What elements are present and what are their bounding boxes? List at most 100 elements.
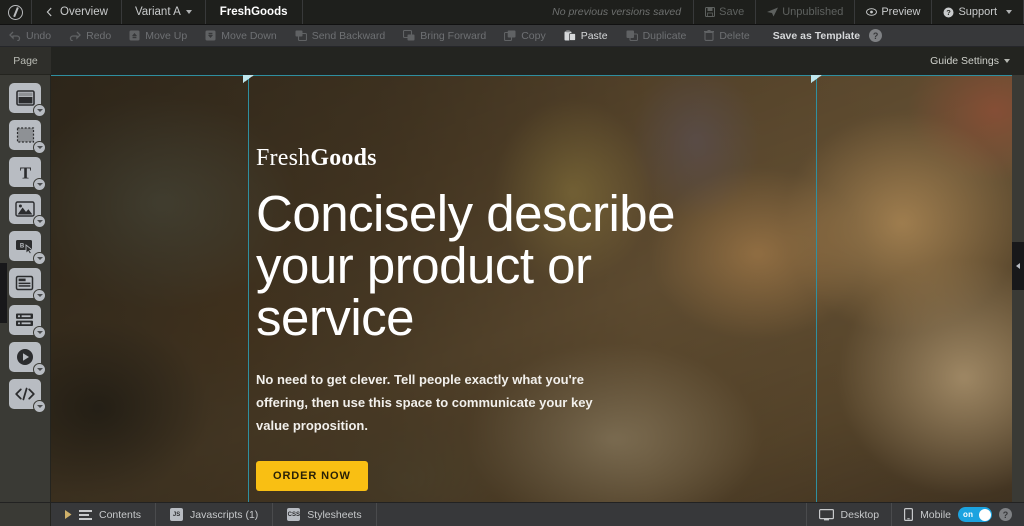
list-tool-dropdown-icon[interactable] [33,326,46,339]
app-logo-icon [8,4,23,20]
hero-content[interactable]: FreshGoods Concisely describe your produ… [256,145,756,491]
text-tool-dropdown-icon[interactable] [33,178,46,191]
guide-handle-left[interactable] [243,75,254,83]
paste-button[interactable]: Paste [555,25,617,47]
bring-forward-icon [403,30,415,41]
form-icon [15,275,34,291]
canvas-toolbar: Guide Settings [51,47,1024,75]
send-backward-button[interactable]: Send Backward [286,25,395,47]
section-icon [15,90,35,106]
brand-second: Goods [310,145,377,171]
hero-headline[interactable]: Concisely describe your product or servi… [256,188,756,344]
right-panel-expand-handle[interactable] [1012,242,1024,290]
move-up-icon [129,30,140,41]
code-tool-dropdown-icon[interactable] [33,400,46,413]
image-icon [15,201,35,217]
preview-button[interactable]: Preview [855,0,933,24]
overview-nav-link[interactable]: Overview [32,0,122,24]
horizontal-guide-top[interactable] [51,75,1012,76]
svg-text:?: ? [947,8,952,17]
move-up-label: Move Up [145,29,188,42]
send-backward-icon [295,30,307,41]
move-down-button[interactable]: Move Down [196,25,285,47]
guide-handle-right[interactable] [811,75,822,83]
save-as-template-label: Save as Template [772,29,861,42]
header-spacer [303,0,541,24]
app-logo-button[interactable] [0,0,32,24]
support-menu[interactable]: ? Support [932,0,1024,24]
mobile-view-button[interactable]: Mobile on ? [891,503,1024,526]
copy-label: Copy [521,29,546,42]
action-toolbar: Undo Redo Move Up Move Down Send Backwar… [0,25,1024,47]
publish-button[interactable]: Unpublished [756,0,856,24]
chevron-down-icon [1004,59,1010,63]
chevron-down-icon [1006,10,1012,14]
delete-button[interactable]: Delete [695,25,758,47]
bring-forward-button[interactable]: Bring Forward [394,25,495,47]
save-button[interactable]: Save [693,0,757,24]
video-tool-dropdown-icon[interactable] [33,363,46,376]
desktop-monitor-icon [818,508,834,520]
hero-subcopy[interactable]: No need to get clever. Tell people exact… [256,368,626,437]
mobile-help-icon[interactable]: ? [999,508,1012,521]
sidebar-tool-text[interactable]: T [9,157,46,191]
undo-button[interactable]: Undo [0,25,60,47]
video-play-icon [17,349,33,365]
button-tool-dropdown-icon[interactable] [33,252,46,265]
code-icon [15,387,35,401]
page-title: FreshGoods [206,0,303,24]
sidebar-tool-code[interactable] [9,379,46,413]
move-up-button[interactable]: Move Up [120,25,196,47]
bottom-bar-rail-gap [0,503,51,526]
contents-panel-toggle[interactable]: Contents [51,503,157,526]
stylesheets-panel-toggle[interactable]: CSS Stylesheets [273,503,377,526]
move-down-label: Move Down [221,29,277,42]
section-tool-dropdown-icon[interactable] [33,104,46,117]
sidebar-tool-button[interactable]: B [9,231,46,265]
sidebar-tool-list[interactable] [9,305,46,339]
order-now-button[interactable]: ORDER NOW [256,461,368,491]
paste-label: Paste [580,29,608,42]
contents-icon [79,509,92,520]
svg-text:T: T [19,164,31,181]
paste-icon [564,30,576,41]
page-tab[interactable]: Page [0,47,51,75]
sidebar-tool-box[interactable] [9,120,46,154]
image-tool-dropdown-icon[interactable] [33,215,46,228]
preview-label: Preview [881,6,921,18]
mobile-enabled-toggle[interactable]: on [958,507,992,522]
redo-button[interactable]: Redo [60,25,120,47]
copy-icon [504,30,516,41]
vertical-guide-right[interactable] [816,75,817,502]
left-panel-collapse-handle[interactable] [0,263,7,323]
bring-forward-label: Bring Forward [420,29,487,42]
vertical-guide-left[interactable] [248,75,249,502]
form-tool-dropdown-icon[interactable] [33,289,46,302]
redo-icon [69,31,82,41]
javascripts-panel-toggle[interactable]: JS Javascripts (1) [156,503,274,526]
stylesheets-label: Stylesheets [307,508,362,521]
guide-settings-menu[interactable]: Guide Settings [916,55,1024,67]
desktop-view-button[interactable]: Desktop [805,503,892,526]
text-icon: T [19,164,31,181]
bottom-bar-spacer [377,503,806,526]
sidebar-tool-section[interactable] [9,83,46,117]
left-tool-rail: Page T B [0,47,51,502]
send-icon [767,7,779,17]
sidebar-tool-video[interactable] [9,342,46,376]
save-label: Save [719,6,745,18]
template-help-icon[interactable]: ? [869,29,883,42]
save-as-template-button[interactable]: Save as Template ? [759,25,891,47]
list-icon [16,313,33,326]
mobile-toggle-state: on [963,510,974,519]
box-tool-dropdown-icon[interactable] [33,141,46,154]
duplicate-button[interactable]: Duplicate [617,25,696,47]
page-canvas[interactable]: FreshGoods Concisely describe your produ… [51,75,1012,502]
copy-button[interactable]: Copy [495,25,555,47]
move-down-icon [205,30,216,41]
sidebar-tool-image[interactable] [9,194,46,228]
sidebar-tool-form[interactable] [9,268,46,302]
variant-selector[interactable]: Variant A [122,0,206,24]
undo-icon [9,31,21,41]
guide-settings-label: Guide Settings [930,55,999,67]
